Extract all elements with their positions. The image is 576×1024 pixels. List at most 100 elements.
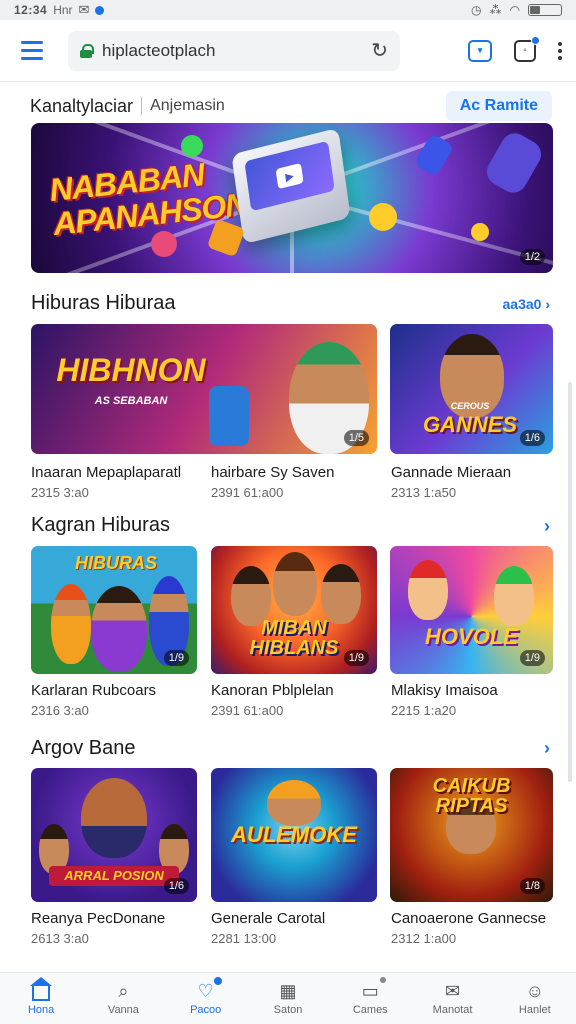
character-image: [267, 780, 321, 826]
card-art-title: HIBHNON: [56, 352, 206, 388]
nav-label: Saton: [273, 1004, 303, 1016]
scrollbar[interactable]: [568, 382, 572, 782]
page-subtitle: Anjemasin: [150, 97, 225, 114]
nav-label: Hanlet: [518, 1004, 551, 1016]
divider: [141, 97, 143, 115]
nav-label: Hona: [27, 1004, 55, 1016]
card-title[interactable]: Karlaran Rubcoars: [31, 682, 156, 699]
decoration-coin: [369, 203, 397, 231]
header-action-button[interactable]: Ac Ramite: [445, 91, 552, 121]
card-art-title: AULEMOKE: [231, 822, 357, 847]
decoration-gem: [481, 128, 547, 198]
card-meta: 2281 13:00: [211, 931, 277, 946]
menu-icon[interactable]: [14, 33, 50, 69]
card-badge: 1/8: [519, 878, 545, 894]
url-bar[interactable]: hiplacteotplach ↻: [68, 30, 400, 71]
card-meta: 2391 61:a00: [211, 485, 284, 500]
card-badge: 1/9: [519, 650, 545, 666]
see-all-label: aa3a0: [502, 296, 542, 312]
decoration-coin: [471, 223, 489, 241]
url-text[interactable]: hiplacteotplach: [102, 41, 361, 61]
card-title[interactable]: Generale Carotal: [211, 910, 325, 927]
chevron-right-icon[interactable]: ›: [544, 738, 550, 759]
status-time: 12:34: [14, 3, 48, 17]
card-meta: 2613 3:a0: [31, 931, 89, 946]
card-title[interactable]: Canoaerone Gannecse: [391, 910, 546, 927]
nav-favorites[interactable]: ♡ Pacoo: [165, 973, 247, 1024]
game-card-featured[interactable]: HIBHNON AS SEBABAN 1/5: [31, 324, 377, 454]
game-card[interactable]: HOVOLE 1/9: [390, 546, 553, 674]
card-art-title: HIBURAS: [74, 553, 157, 573]
decoration-gem: [181, 135, 203, 157]
nav-grid[interactable]: ▦ Saton: [247, 973, 329, 1024]
card-art-title: HOVOLE: [425, 624, 518, 649]
decoration-gem: [151, 231, 177, 257]
game-card[interactable]: HIBURAS 1/9: [31, 546, 197, 674]
nav-chat[interactable]: ▭ Cames: [329, 973, 411, 1024]
section-title: Hiburas Hiburaa: [31, 292, 176, 314]
reload-icon[interactable]: ↻: [371, 38, 388, 63]
card-title[interactable]: Reanya PecDonane: [31, 910, 165, 927]
lock-icon: [80, 43, 94, 58]
tv-icon[interactable]: ▾: [468, 39, 492, 62]
card-art-title: CAIKUB RIPTAS: [400, 776, 543, 816]
card-title[interactable]: Inaaran Mepaplaparatl: [31, 464, 181, 481]
nav-home[interactable]: Hona: [0, 973, 82, 1024]
game-card[interactable]: ARRAL POSION 1/6: [31, 768, 197, 902]
card-meta: 2313 1:a50: [391, 485, 457, 500]
card-meta: 2316 3:a0: [31, 703, 89, 718]
game-card[interactable]: CEROUS GANNES 1/6: [390, 324, 553, 454]
person-image: [51, 584, 91, 664]
character-image: [494, 566, 534, 626]
card-badge: 1/6: [163, 878, 189, 894]
soda-can-image: [209, 386, 249, 446]
inbox-icon: ✉: [445, 980, 461, 1001]
card-title[interactable]: hairbare Sy Saven: [211, 464, 334, 481]
signal-icon: ⁂: [489, 3, 502, 17]
hero-badge: 1/2: [519, 249, 545, 265]
see-all-link[interactable]: aa3a0 ›: [503, 296, 551, 312]
nav-inbox[interactable]: ✉ Manotat: [411, 973, 493, 1024]
home-icon: [30, 977, 53, 1001]
card-title[interactable]: Mlakisy Imaisoa: [391, 682, 498, 699]
hero-banner[interactable]: NABABAN APANAHSON ▶ 1/2: [31, 123, 553, 273]
game-card[interactable]: CAIKUB RIPTAS 1/8: [390, 768, 553, 902]
nav-label: Manotat: [432, 1004, 473, 1016]
card-meta: 2315 3:a0: [31, 485, 89, 500]
card-title[interactable]: Gannade Mieraan: [391, 464, 511, 481]
card-art-subtitle: CEROUS: [450, 401, 490, 411]
bottom-navigation: Hona ⌕ Vanna ♡ Pacoo ▦ Saton ▭ Cames ✉ M…: [0, 972, 576, 1024]
section-title: Argov Bane: [31, 737, 136, 759]
game-card[interactable]: MIBAN HIBLANS 1/9: [211, 546, 377, 674]
person-image: [273, 552, 317, 616]
card-badge: 1/9: [163, 650, 189, 666]
page-title: Kanaltylaciar: [30, 95, 134, 116]
battery-icon: [528, 4, 562, 16]
play-icon: ▶: [275, 162, 304, 190]
card-art-title: ARRAL POSION: [49, 866, 179, 886]
chat-icon: ▭: [359, 977, 387, 1001]
nav-profile[interactable]: ☺ Hanlet: [494, 973, 576, 1024]
chevron-right-icon[interactable]: ›: [544, 516, 550, 537]
card-title[interactable]: Kanoran Pblplelan: [211, 682, 334, 699]
grid-icon: ▦: [279, 980, 297, 1001]
profile-icon: ☺: [525, 980, 545, 1001]
status-carrier: Hnr: [53, 3, 73, 17]
header-row: Kanaltylaciar Anjemasin Ac Ramite: [30, 88, 552, 124]
game-card[interactable]: AULEMOKE: [211, 768, 377, 902]
card-art-subtitle: AS SEBABAN: [94, 395, 168, 407]
card-meta: 2215 1:a20: [391, 703, 457, 718]
more-options-icon[interactable]: [558, 41, 562, 60]
alarm-icon: ◷: [471, 3, 482, 17]
card-badge: 1/5: [343, 430, 369, 446]
card-badge: 1/6: [519, 430, 545, 446]
tabs-icon[interactable]: ◦: [514, 35, 540, 62]
nav-label: Vanna: [107, 1004, 139, 1016]
nav-label: Cames: [352, 1004, 388, 1016]
card-art-title: GANNES: [422, 412, 518, 437]
person-image: [321, 564, 361, 624]
nav-search[interactable]: ⌕ Vanna: [82, 973, 164, 1024]
card-meta: 2391 61:a00: [211, 703, 284, 718]
search-icon: ⌕: [118, 980, 129, 1001]
mail-icon: ✉: [78, 2, 90, 17]
